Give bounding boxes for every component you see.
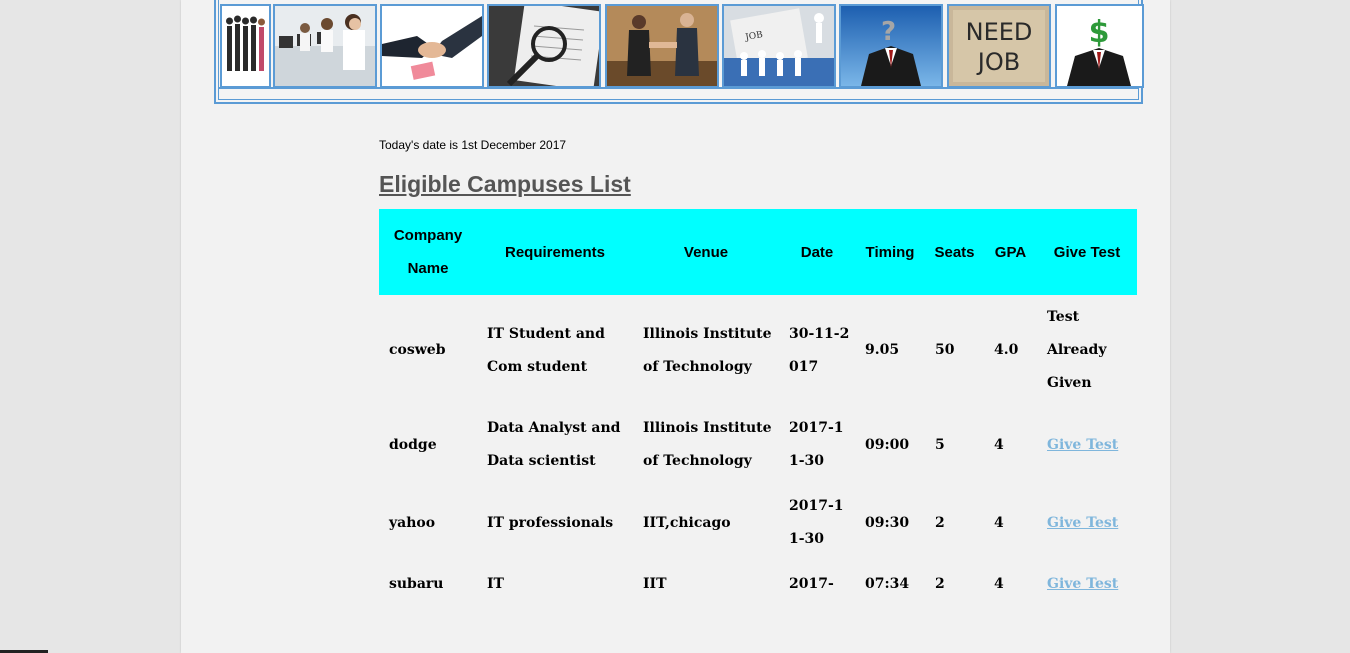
- requirements-cell: IT: [487, 576, 504, 592]
- column-header-date: Date: [779, 209, 855, 295]
- table-header-row: Company Name Requirements Venue Date Tim…: [379, 209, 1137, 295]
- seats-cell: 2: [935, 514, 945, 531]
- table-row: cosweb IT Student and Com student Illino…: [379, 295, 1137, 406]
- svg-text:JOB: JOB: [976, 48, 1020, 76]
- company-name-cell: dodge: [389, 436, 437, 453]
- company-name-cell: cosweb: [389, 342, 446, 358]
- requirements-cell: IT professionals: [487, 514, 614, 531]
- company-name-cell: subaru: [389, 576, 444, 592]
- gpa-cell: 4: [994, 576, 1004, 592]
- table-row: yahoo IT professionals IIT,chicago 2017-…: [379, 484, 1137, 562]
- venue-cell: Illinois Institute of Technology: [643, 420, 772, 469]
- seats-cell: 50: [935, 342, 955, 358]
- todays-date-text: Today's date is 1st December 2017: [379, 138, 567, 152]
- give-test-cell: Give Test: [1037, 562, 1137, 607]
- column-header-give-test: Give Test: [1037, 209, 1137, 295]
- seats-cell: 5: [935, 436, 945, 453]
- magnifier-document-image: [487, 4, 601, 88]
- company-name-cell: yahoo: [389, 514, 436, 531]
- column-header-requirements: Requirements: [477, 209, 633, 295]
- column-header-venue: Venue: [633, 209, 779, 295]
- header-banner: JOB ? NEED JOB $: [214, 0, 1144, 104]
- date-cell: 2017-11-30: [789, 498, 844, 547]
- test-already-given-text: Test Already Given: [1047, 309, 1107, 391]
- need-job-sign-image: NEED JOB: [947, 4, 1051, 88]
- table-row: dodge Data Analyst and Data scientist Il…: [379, 406, 1137, 484]
- gpa-cell: 4.0: [994, 342, 1019, 358]
- venue-cell: IIT: [643, 576, 667, 592]
- give-test-link[interactable]: Give Test: [1047, 576, 1118, 592]
- date-cell: 2017-11-30: [789, 420, 844, 469]
- venue-cell: IIT,chicago: [643, 514, 731, 531]
- column-header-company-name: Company Name: [379, 209, 477, 295]
- column-header-gpa: GPA: [984, 209, 1037, 295]
- timing-cell: 09:00: [865, 436, 910, 453]
- handshake-image: [380, 4, 484, 88]
- timing-cell: 09:30: [865, 514, 910, 531]
- requirements-cell: IT Student and Com student: [487, 325, 605, 375]
- gpa-cell: 4: [994, 436, 1004, 453]
- dollar-head-suit-image: $: [1055, 4, 1144, 88]
- give-test-link[interactable]: Give Test: [1047, 515, 1118, 531]
- svg-text:?: ?: [881, 17, 896, 47]
- venue-cell: Illinois Institute of Technology: [643, 325, 772, 375]
- svg-text:NEED: NEED: [966, 18, 1033, 46]
- date-cell: 2017-: [789, 576, 834, 592]
- seats-cell: 2: [935, 576, 945, 592]
- requirements-cell: Data Analyst and Data scientist: [487, 420, 621, 469]
- timing-cell: 9.05: [865, 342, 900, 358]
- office-handshake-image: [605, 4, 719, 88]
- column-header-seats: Seats: [925, 209, 984, 295]
- business-people-lineup-image: [220, 4, 271, 88]
- give-test-cell: Give Test: [1037, 406, 1137, 484]
- column-header-timing: Timing: [855, 209, 925, 295]
- eligible-campuses-table: Company Name Requirements Venue Date Tim…: [379, 209, 1137, 607]
- give-test-cell: Give Test: [1037, 484, 1137, 562]
- question-mark-head-suit-image: ?: [839, 4, 943, 88]
- page-container: JOB ? NEED JOB $ Today's date is 1st Dec…: [181, 0, 1170, 653]
- gpa-cell: 4: [994, 514, 1004, 531]
- call-center-agents-image: [273, 4, 377, 88]
- svg-text:$: $: [1089, 15, 1110, 50]
- banner-bottom-bar: [218, 88, 1139, 100]
- give-test-link[interactable]: Give Test: [1047, 437, 1118, 453]
- timing-cell: 07:34: [865, 576, 910, 592]
- job-market-paper-people-image: JOB: [722, 4, 836, 88]
- date-cell: 30-11-2017: [789, 325, 850, 375]
- page-title: Eligible Campuses List: [379, 171, 631, 197]
- table-row: subaru IT IIT 2017- 07:34 2 4 Give Test: [379, 562, 1137, 607]
